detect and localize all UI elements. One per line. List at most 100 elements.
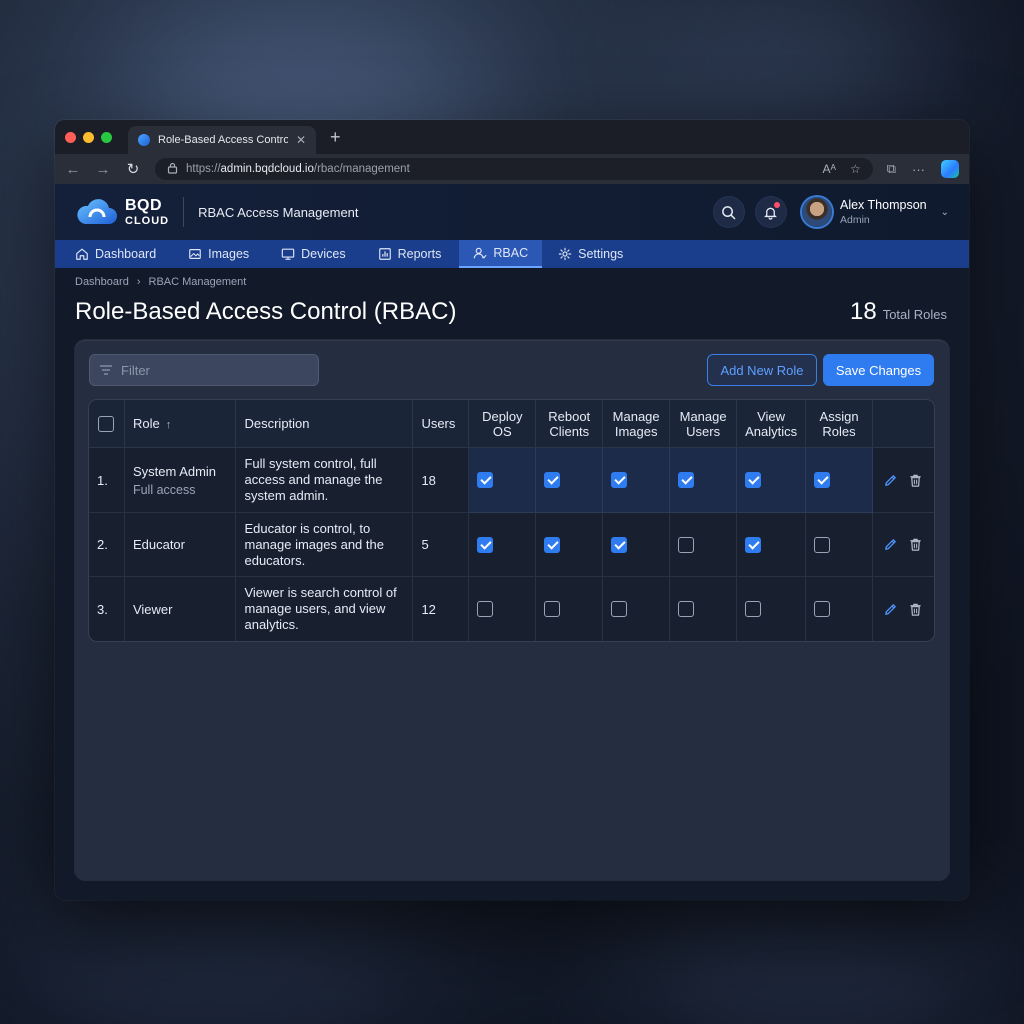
perm-header-view-analytics: View Analytics [737, 400, 807, 448]
edit-icon[interactable] [883, 602, 898, 617]
permission-checkbox[interactable] [477, 536, 494, 553]
nav-rbac[interactable]: RBAC [459, 240, 543, 268]
brand-logo[interactable]: BQD CLOUD [75, 197, 169, 227]
maximize-window-button[interactable] [101, 131, 112, 143]
filter-icon [100, 365, 112, 375]
filter-field[interactable] [89, 354, 319, 386]
users-count: 18 [413, 448, 470, 513]
copilot-icon[interactable] [941, 160, 959, 178]
search-button[interactable] [713, 197, 744, 227]
nav-images[interactable]: Images [188, 240, 265, 268]
permission-checkbox[interactable] [678, 536, 695, 553]
permission-checkbox[interactable] [544, 536, 561, 553]
row-actions [881, 537, 926, 552]
row-index: 1. [89, 448, 125, 513]
nav-settings[interactable]: Settings [558, 240, 639, 268]
permission-checkbox[interactable] [745, 601, 762, 618]
row-index: 3. [89, 577, 125, 641]
permission-cell [737, 513, 807, 577]
trash-icon[interactable] [908, 537, 923, 552]
user-menu[interactable]: Alex Thompson Admin ⌄ [801, 197, 949, 227]
permission-checkbox[interactable] [477, 472, 494, 489]
save-changes-button[interactable]: Save Changes [823, 354, 934, 386]
search-icon [722, 205, 736, 219]
permission-cell [670, 513, 738, 577]
nav-label: Settings [578, 247, 624, 261]
edit-icon[interactable] [883, 473, 898, 488]
role-cell: System Admin Full access [124, 448, 237, 513]
url-path: /rbac/management [313, 163, 410, 175]
sort-ascending-icon: ↑ [165, 419, 172, 431]
new-tab-icon[interactable]: + [330, 128, 341, 146]
permission-checkbox[interactable] [814, 536, 831, 553]
forward-icon[interactable]: → [95, 161, 111, 178]
permission-checkbox[interactable] [814, 472, 831, 489]
permission-cell [603, 577, 671, 641]
users-count: 12 [413, 577, 470, 641]
close-window-button[interactable] [65, 131, 76, 143]
notifications-button[interactable] [755, 197, 786, 227]
back-icon[interactable]: ← [65, 161, 81, 178]
logo-main-text: BQD [125, 196, 163, 214]
permission-checkbox[interactable] [544, 472, 561, 489]
breadcrumb-dashboard[interactable]: Dashboard [75, 276, 129, 288]
roles-table: Role ↑ Description Users Deploy OS Reboot C… [89, 400, 934, 641]
perm-header-reboot-clients: Reboot Clients [536, 400, 604, 448]
table-row: 3. Viewer Viewer is search control of mana… [89, 577, 934, 641]
extensions-icon[interactable]: ⧉ [887, 161, 896, 177]
select-all-checkbox[interactable] [98, 415, 115, 432]
trash-icon[interactable] [908, 602, 923, 617]
permission-cell [536, 513, 604, 577]
add-new-role-button[interactable]: Add New Role [707, 354, 817, 386]
favorite-star-icon[interactable]: ☆ [850, 162, 861, 176]
trash-icon[interactable] [908, 473, 923, 488]
perm-header-line1: Assign [819, 408, 859, 424]
nav-dashboard[interactable]: Dashboard [75, 240, 172, 268]
nav-label: Images [208, 247, 250, 261]
perm-header-line1: Manage [612, 408, 660, 424]
browser-window: Role-Based Access Control ✕ + ← → ↻ http… [55, 120, 969, 900]
perm-header-manage-images: Manage Images [603, 400, 671, 448]
browser-tab[interactable]: Role-Based Access Control ✕ [128, 126, 316, 154]
nav-label: RBAC [493, 246, 529, 260]
breadcrumb-current: RBAC Management [148, 276, 247, 288]
notification-badge [773, 202, 780, 208]
role-subtitle: Full access [132, 482, 196, 497]
permission-cell [603, 448, 671, 513]
close-tab-icon[interactable]: ✕ [296, 133, 306, 147]
permission-checkbox[interactable] [611, 536, 628, 553]
minimize-window-button[interactable] [83, 131, 94, 143]
edit-icon[interactable] [883, 537, 898, 552]
permission-checkbox[interactable] [477, 601, 494, 618]
nav-reports[interactable]: Reports [378, 240, 458, 268]
permission-checkbox[interactable] [611, 472, 628, 489]
perm-header-line1: View [757, 408, 786, 424]
permission-checkbox[interactable] [611, 601, 628, 618]
url-field[interactable]: https://admin.bqdcloud.io/rbac/managemen… [155, 158, 873, 180]
reload-icon[interactable]: ↻ [125, 160, 141, 178]
chevron-down-icon: ⌄ [940, 206, 949, 218]
row-index: 2. [89, 513, 125, 577]
role-cell: Educator [124, 513, 237, 577]
nav-label: Dashboard [95, 247, 157, 261]
read-aloud-icon[interactable]: Aᴬ [822, 162, 835, 176]
more-options-icon[interactable]: ··· [912, 162, 925, 177]
description-column-header: Description [236, 400, 414, 448]
actions-cell [872, 513, 934, 577]
permission-checkbox[interactable] [745, 536, 762, 553]
description-cell: Viewer is search control of manage users… [236, 577, 414, 641]
permission-checkbox[interactable] [678, 472, 695, 489]
perm-header-assign-roles: Assign Roles [806, 400, 873, 448]
perm-header-manage-users: Manage Users [670, 400, 738, 448]
role-column-header[interactable]: Role ↑ [124, 400, 237, 448]
permission-checkbox[interactable] [544, 601, 561, 618]
perm-header-line1: Manage [679, 408, 727, 424]
filter-input[interactable] [121, 362, 301, 378]
user-role: Admin [839, 214, 870, 226]
permission-checkbox[interactable] [745, 472, 762, 489]
permission-checkbox[interactable] [814, 601, 831, 618]
permission-checkbox[interactable] [678, 601, 695, 618]
nav-devices[interactable]: Devices [281, 240, 361, 268]
permission-cell [536, 448, 604, 513]
permission-cell [737, 577, 807, 641]
